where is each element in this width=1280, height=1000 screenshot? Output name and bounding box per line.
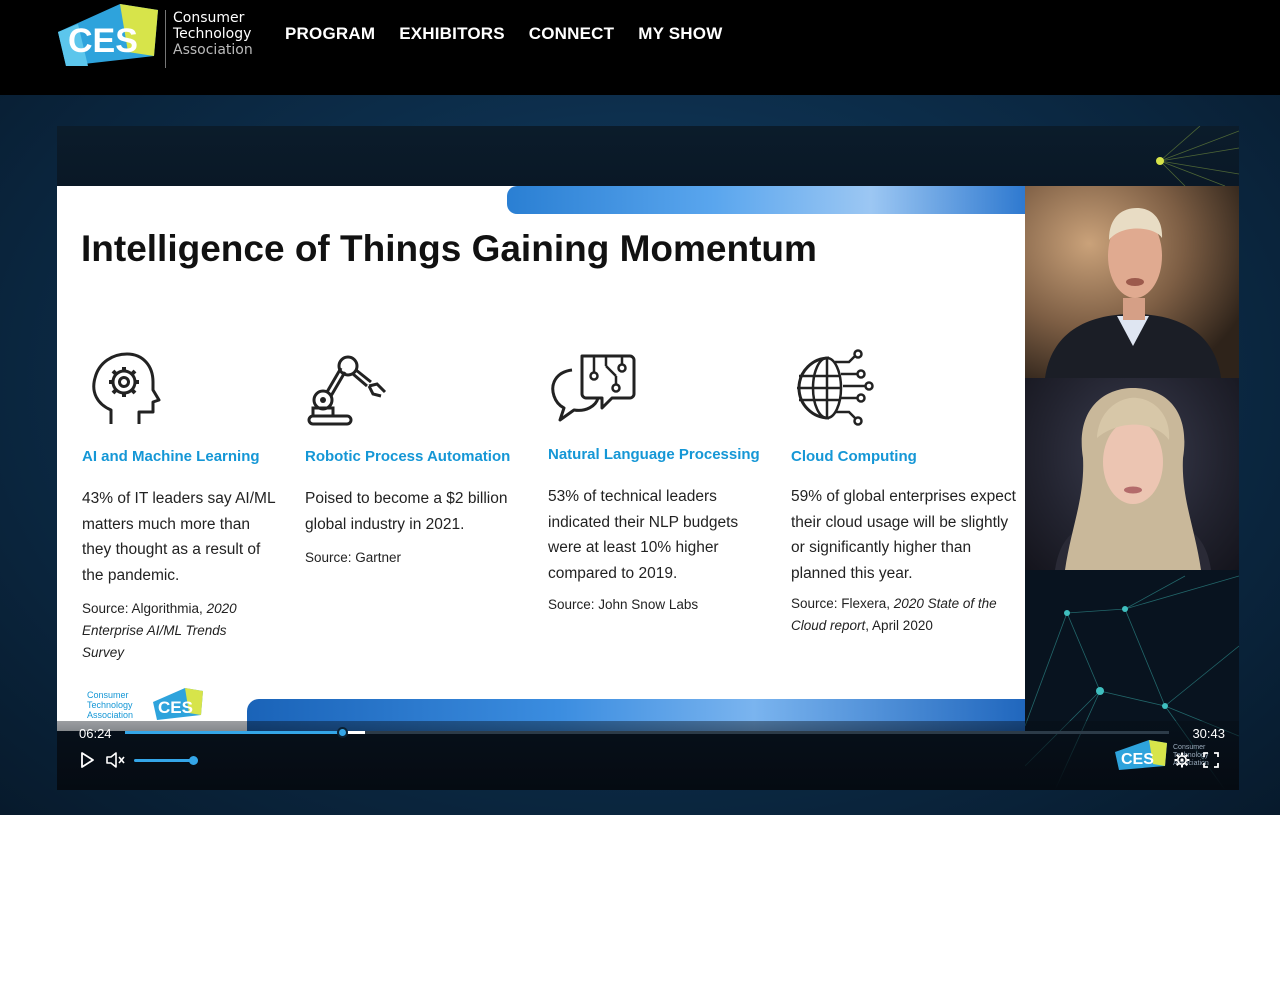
globe-network-icon bbox=[797, 349, 874, 426]
male-speaker-image bbox=[1025, 186, 1239, 378]
volume-muted-icon[interactable] bbox=[105, 751, 125, 769]
column-source: Source: John Snow Labs bbox=[548, 594, 768, 616]
footer-logo-line-3: Association bbox=[87, 710, 134, 720]
column-source: Source: Gartner bbox=[305, 547, 525, 569]
column-heading: AI and Machine Learning bbox=[82, 448, 260, 465]
main-menu: PROGRAM EXHIBITORS CONNECT MY SHOW bbox=[285, 24, 722, 44]
ces-logo[interactable]: CES Consumer Technology Association bbox=[58, 4, 258, 70]
total-time: 30:43 bbox=[1192, 726, 1225, 741]
robot-arm-icon bbox=[307, 355, 387, 426]
column-body: 59% of global enterprises expect their c… bbox=[791, 488, 1016, 582]
volume-handle[interactable] bbox=[189, 756, 198, 765]
slide-footer-logo: Consumer Technology Association CES bbox=[87, 686, 207, 726]
current-time: 06:24 bbox=[79, 726, 112, 741]
footer-logo-line-2: Technology bbox=[87, 700, 133, 710]
column-source: Source: Flexera, 2020 State of the Cloud… bbox=[791, 593, 1001, 637]
play-icon[interactable] bbox=[79, 751, 95, 769]
column-body: 43% of IT leaders say AI/ML matters much… bbox=[82, 490, 275, 584]
slide-top-band bbox=[507, 186, 1025, 214]
logo-divider bbox=[165, 10, 166, 68]
column-source: Source: Algorithmia, 2020 Enterprise AI/… bbox=[82, 598, 262, 664]
presentation-slide: Intelligence of Things Gaining Momentum … bbox=[57, 186, 1025, 731]
column-heading: Cloud Computing bbox=[791, 448, 917, 465]
speaker-video-1 bbox=[1025, 186, 1239, 378]
source-prefix: Source: Flexera, bbox=[791, 596, 894, 611]
slide-column-rpa: Robotic Process Automation Poised to bec… bbox=[305, 346, 535, 565]
player-ces-logo: CES bbox=[1115, 740, 1167, 770]
slide-column-cloud: Cloud Computing 59% of global enterprise… bbox=[791, 346, 1021, 633]
source-prefix: Source: Algorithmia, bbox=[82, 601, 207, 616]
settings-gear-icon[interactable] bbox=[1174, 752, 1190, 768]
top-navigation: CES Consumer Technology Association PROG… bbox=[0, 0, 1280, 95]
fullscreen-icon[interactable] bbox=[1203, 752, 1219, 768]
nav-exhibitors[interactable]: EXHIBITORS bbox=[399, 24, 505, 44]
column-heading: Natural Language Processing bbox=[548, 446, 760, 463]
cta-wordmark: Consumer Technology Association bbox=[173, 10, 253, 58]
logo-line-1: Consumer bbox=[173, 10, 245, 26]
footer-ces-text: CES bbox=[158, 698, 193, 717]
slide-column-ai: AI and Machine Learning 43% of IT leader… bbox=[81, 346, 311, 660]
column-body: 53% of technical leaders indicated their… bbox=[548, 488, 739, 582]
progress-fill bbox=[125, 731, 343, 734]
chat-circuit-icon bbox=[551, 354, 636, 422]
ces-logo-mark: CES bbox=[58, 4, 158, 66]
volume-slider[interactable] bbox=[134, 756, 198, 765]
video-player[interactable]: Intelligence of Things Gaining Momentum … bbox=[57, 126, 1239, 790]
nav-my-show[interactable]: MY SHOW bbox=[638, 24, 722, 44]
source-suffix: , April 2020 bbox=[865, 618, 933, 633]
column-body: Poised to become a $2 billion global ind… bbox=[305, 490, 508, 533]
footer-logo-line-1: Consumer bbox=[87, 690, 129, 700]
source-prefix: Source: John Snow Labs bbox=[548, 597, 699, 612]
nav-program[interactable]: PROGRAM bbox=[285, 24, 375, 44]
female-speaker-image bbox=[1055, 388, 1211, 570]
player-ces-text: CES bbox=[1121, 751, 1154, 768]
progress-bar[interactable] bbox=[125, 727, 1169, 738]
footer-ces-badge: CES bbox=[153, 688, 203, 720]
slide-column-nlp: Natural Language Processing 53% of techn… bbox=[548, 346, 778, 612]
speaker-video-2 bbox=[1025, 378, 1239, 570]
logo-line-3: Association bbox=[173, 42, 253, 58]
logo-line-2: Technology bbox=[173, 26, 252, 42]
head-gear-icon bbox=[92, 352, 161, 424]
nav-connect[interactable]: CONNECT bbox=[529, 24, 614, 44]
column-heading: Robotic Process Automation bbox=[305, 448, 511, 465]
footer-logo-wordmark: Consumer Technology Association bbox=[87, 690, 133, 720]
source-prefix: Source: Gartner bbox=[305, 550, 402, 565]
video-stage: Intelligence of Things Gaining Momentum … bbox=[0, 95, 1280, 815]
slide-title: Intelligence of Things Gaining Momentum bbox=[81, 228, 817, 269]
ces-logo-text: CES bbox=[68, 22, 138, 60]
